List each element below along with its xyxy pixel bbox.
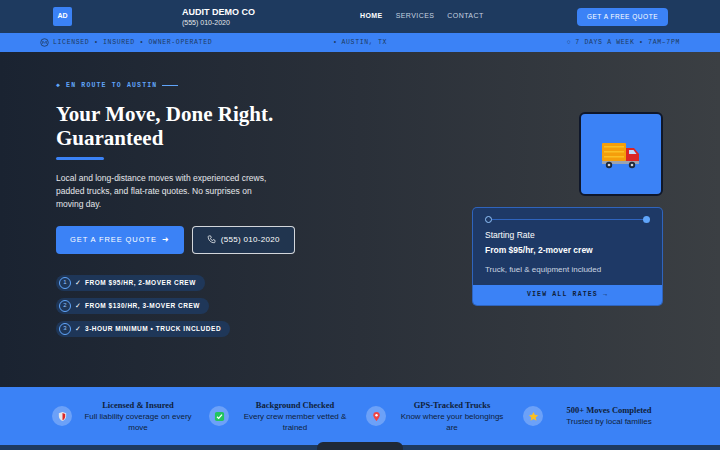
hero-left: ◆ EN ROUTE TO AUSTIN Your Move, Done Rig… [56, 52, 326, 387]
location-icon: • [333, 38, 338, 48]
nav-item[interactable]: SERVICES [396, 11, 435, 22]
feature-item: 500+ Moves CompletedTrusted by local fam… [523, 405, 680, 427]
star-icon [523, 406, 543, 426]
rate-card: Starting Rate From $95/hr, 2-mover crew … [472, 207, 663, 306]
info-left-text: LICENSED • INSURED • OWNER-OPERATED [53, 38, 212, 48]
hero-right: Starting Rate From $95/hr, 2-mover crew … [472, 52, 663, 387]
diamond-icon: ◆ [56, 81, 61, 91]
eyebrow-text: EN ROUTE TO AUSTIN [66, 81, 157, 91]
pill-list: 1 ✓ FROM $95/HR, 2-MOVER CREW 2 ✓ FROM $130/H… [56, 275, 326, 337]
info-bar: LICENSED • INSURED • OWNER-OPERATED • AU… [0, 33, 720, 52]
view-rates-button[interactable]: VIEW ALL RATES → [473, 285, 662, 305]
feature-item: Licensed & InsuredFull liability coverag… [52, 400, 209, 433]
eyebrow-line [162, 85, 178, 86]
phone-button-label: (555) 010-2020 [221, 234, 280, 246]
eyebrow: ◆ EN ROUTE TO AUSTIN [56, 81, 326, 91]
logo[interactable]: AD [53, 7, 72, 26]
feature-title: GPS-Tracked Trucks [414, 400, 491, 411]
feature-text: 500+ Moves CompletedTrusted by local fam… [553, 405, 665, 427]
rate-price: From $95/hr, 2-mover crew [485, 245, 650, 256]
phone-icon [207, 235, 216, 244]
feature-pill: 1 ✓ FROM $95/HR, 2-MOVER CREW [56, 275, 205, 291]
info-right-text: 7 DAYS A WEEK • 7AM–7PM [575, 38, 680, 48]
features-strip: Licensed & InsuredFull liability coverag… [0, 387, 720, 445]
title-underline [56, 157, 104, 160]
hero-description: Local and long-distance moves with exper… [56, 172, 274, 211]
hero-content: ◆ EN ROUTE TO AUSTIN Your Move, Done Rig… [0, 52, 720, 387]
info-right: ○ 7 DAYS A WEEK • 7AM–7PM [467, 38, 680, 48]
feature-description: Trusted by local families [566, 416, 652, 427]
check-icon: ✓ [75, 301, 81, 312]
floating-toolbar[interactable] [317, 442, 403, 450]
pin-icon [366, 406, 386, 426]
badge-icon [40, 38, 49, 47]
feature-pill: 2 ✓ FROM $130/HR, 3-MOVER CREW [56, 298, 209, 314]
info-center: • AUSTIN, TX [253, 38, 466, 48]
feature-text: Licensed & InsuredFull liability coverag… [82, 400, 194, 433]
hero-photo: ◆ EN ROUTE TO AUSTIN Your Move, Done Rig… [0, 52, 720, 387]
pill-label: 3-HOUR MINIMUM • TRUCK INCLUDED [85, 324, 221, 334]
arrow-icon: ➜ [162, 234, 170, 245]
pill-label: FROM $130/HR, 3-MOVER CREW [85, 301, 200, 311]
nav-item[interactable]: HOME [360, 11, 383, 22]
feature-text: Background CheckedEvery crew member vett… [239, 400, 351, 433]
check-icon [209, 406, 229, 426]
pill-number: 2 [59, 300, 71, 312]
check-icon: ✓ [75, 324, 81, 335]
clock-icon: ○ [567, 38, 572, 48]
feature-item: Background CheckedEvery crew member vett… [209, 400, 366, 433]
feature-title: 500+ Moves Completed [566, 405, 651, 416]
rate-title: Starting Rate [485, 230, 650, 241]
info-left: LICENSED • INSURED • OWNER-OPERATED [40, 38, 253, 48]
truck-tile [579, 112, 663, 196]
header-quote-button[interactable]: GET A FREE QUOTE [577, 8, 668, 26]
hero-title: Your Move, Done Right. Guaranteed [56, 102, 291, 150]
nav-item[interactable]: CONTACT [447, 11, 483, 22]
site-header: AD AUDIT DEMO CO (555) 010-2020 HOME SERV… [0, 0, 720, 33]
check-icon: ✓ [75, 278, 81, 289]
company-phone: (555) 010-2020 [182, 18, 360, 27]
company-name: AUDIT DEMO CO [182, 7, 360, 18]
quote-button[interactable]: GET A FREE QUOTE ➜ [56, 226, 184, 254]
pill-number: 1 [59, 277, 71, 289]
shield-icon [52, 406, 72, 426]
rate-note: Truck, fuel & equipment included [485, 264, 650, 275]
main-nav: HOME SERVICES CONTACT [360, 11, 484, 22]
quote-button-label: GET A FREE QUOTE [70, 234, 157, 245]
feature-item: GPS-Tracked TrucksKnow where your belong… [366, 400, 523, 433]
feature-pill: 3 ✓ 3-HOUR MINIMUM • TRUCK INCLUDED [56, 321, 230, 337]
feature-title: Background Checked [256, 400, 334, 411]
hero-buttons: GET A FREE QUOTE ➜ (555) 010-2020 [56, 226, 326, 254]
feature-description: Full liability coverage on every move [82, 411, 194, 433]
pill-number: 3 [59, 323, 71, 335]
feature-title: Licensed & Insured [102, 400, 174, 411]
feature-description: Know where your belongings are [396, 411, 508, 433]
rate-track [485, 216, 650, 223]
phone-button[interactable]: (555) 010-2020 [192, 226, 295, 254]
truck-icon [600, 137, 642, 171]
feature-description: Every crew member vetted & trained [239, 411, 351, 433]
info-center-text: AUSTIN, TX [342, 38, 388, 48]
pill-label: FROM $95/HR, 2-MOVER CREW [85, 278, 196, 288]
feature-text: GPS-Tracked TrucksKnow where your belong… [396, 400, 508, 433]
company-block: AUDIT DEMO CO (555) 010-2020 [182, 7, 360, 27]
